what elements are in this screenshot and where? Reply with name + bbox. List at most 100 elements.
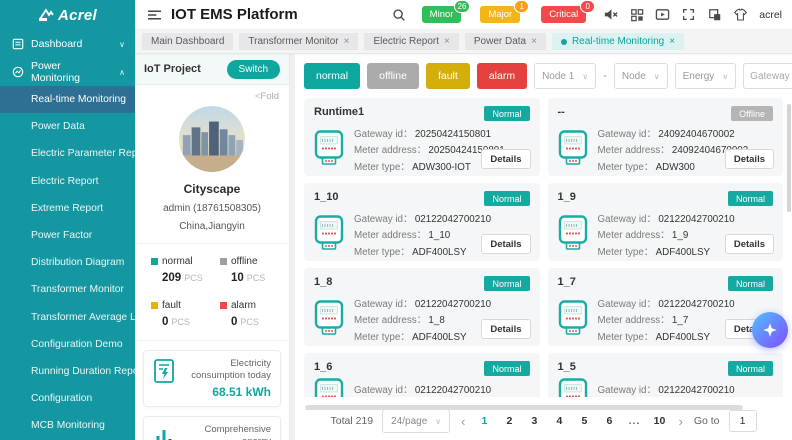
gateway-id: 20250424150801 <box>415 129 491 140</box>
critical-alarm-label: Critical <box>549 9 578 20</box>
sidebar-item-dashboard[interactable]: Dashboard ∨ <box>0 30 135 58</box>
theme-layers-icon[interactable] <box>707 7 722 22</box>
tab-main-dashboard[interactable]: Main Dashboard <box>142 33 233 50</box>
tab-electric-report[interactable]: Electric Report × <box>364 33 458 50</box>
details-button[interactable]: Details <box>725 234 774 254</box>
page-2[interactable]: 2 <box>501 415 517 427</box>
ai-assistant-button[interactable] <box>752 312 788 348</box>
fault-swatch <box>151 302 158 309</box>
stat-normal: normal 209PCS <box>151 256 220 284</box>
close-icon[interactable]: × <box>444 37 450 47</box>
minor-alarm-badge[interactable]: Minor 26 <box>422 6 462 23</box>
sidebar-item-configuration-demo[interactable]: Configuration Demo <box>0 331 135 358</box>
chevron-down-icon: ∨ <box>119 40 125 49</box>
sidebar-item-extreme-report[interactable]: Extreme Report <box>0 195 135 222</box>
filter-fault-button[interactable]: fault <box>426 63 470 89</box>
fold-panel-link[interactable]: <Fold <box>135 85 289 102</box>
goto-page-input[interactable] <box>729 410 757 432</box>
comprehensive-energy-card[interactable]: Comprehensive energy <box>143 416 281 440</box>
meter-icon <box>314 130 344 166</box>
sidebar-item-realtime-monitoring[interactable]: Real-time Monitoring <box>0 86 135 113</box>
meter-icon <box>558 215 588 251</box>
status-badge: Normal <box>484 191 529 206</box>
mute-icon[interactable] <box>603 7 618 22</box>
username[interactable]: acrel <box>759 9 782 21</box>
minor-alarm-label: Minor <box>430 9 454 20</box>
sidebar-item-mcb-monitoring[interactable]: MCB Monitoring <box>0 412 135 439</box>
fullscreen-icon[interactable] <box>681 7 696 22</box>
gateway-id: 24092404670002 <box>658 129 734 140</box>
gateway-search-input[interactable] <box>750 71 790 82</box>
filter-normal-button[interactable]: normal <box>304 63 360 89</box>
vertical-scrollbar[interactable] <box>787 104 791 212</box>
details-button[interactable]: Details <box>481 234 530 254</box>
skin-tshirt-icon[interactable] <box>733 7 748 22</box>
offline-count: 10 <box>231 272 244 284</box>
status-badge: Offline <box>731 106 773 121</box>
page-10[interactable]: 10 <box>651 415 667 427</box>
project-admin: admin (18761508305) <box>135 203 289 214</box>
chevron-up-icon: ∧ <box>119 68 125 77</box>
details-button[interactable]: Details <box>481 149 530 169</box>
next-page-icon[interactable]: › <box>676 414 684 429</box>
details-button[interactable]: Details <box>725 149 774 169</box>
tab-label: Transformer Monitor <box>248 36 338 47</box>
page-6[interactable]: 6 <box>601 415 617 427</box>
tab-power-data[interactable]: Power Data × <box>465 33 546 50</box>
sidebar-item-power-factor[interactable]: Power Factor <box>0 222 135 249</box>
minor-alarm-count: 26 <box>454 0 471 13</box>
critical-alarm-badge[interactable]: Critical 0 <box>541 6 586 23</box>
sidebar: Acrel Dashboard ∨ Power Monitoring ∧ Rea… <box>0 0 135 440</box>
main-content: normal offline fault alarm Node 1 ∨ - No… <box>290 54 792 440</box>
collapse-menu-icon[interactable] <box>147 7 162 22</box>
sidebar-item-power-monitoring[interactable]: Power Monitoring ∧ <box>0 58 135 86</box>
meter-type: ADF400LSY <box>412 332 466 343</box>
sidebar-item-label: Power Monitoring <box>31 60 112 84</box>
sidebar-item-electric-report[interactable]: Electric Report <box>0 168 135 195</box>
filter-alarm-button[interactable]: alarm <box>477 63 527 89</box>
page-4[interactable]: 4 <box>551 415 567 427</box>
page-size-select[interactable]: 24/page ∨ <box>382 409 450 433</box>
sidebar-item-electric-parameter-report[interactable]: Electric Parameter Report <box>0 140 135 167</box>
grid-apps-icon[interactable] <box>629 7 644 22</box>
video-monitor-icon[interactable] <box>655 7 670 22</box>
device-card-1-5: 1_5 Normal Gateway id：02122042700210 Met… <box>548 353 784 397</box>
chevron-down-icon: ∨ <box>722 72 728 81</box>
filter-offline-button[interactable]: offline <box>367 63 419 89</box>
sidebar-item-transformer-monitor[interactable]: Transformer Monitor <box>0 276 135 303</box>
close-icon[interactable]: × <box>531 37 537 47</box>
major-alarm-badge[interactable]: Major 1 <box>480 6 520 23</box>
sidebar-item-distribution-diagram[interactable]: Distribution Diagram <box>0 249 135 276</box>
sidebar-item-power-data[interactable]: Power Data <box>0 113 135 140</box>
page-ellipsis[interactable]: ... <box>626 415 642 427</box>
device-name: Runtime1 <box>314 106 364 118</box>
tab-realtime-monitoring[interactable]: Real-time Monitoring × <box>552 33 684 50</box>
sidebar-item-configuration[interactable]: Configuration <box>0 385 135 412</box>
sidebar-item-transformer-average-load[interactable]: Transformer Average Loa... <box>0 304 135 331</box>
page-5[interactable]: 5 <box>576 415 592 427</box>
page-1[interactable]: 1 <box>476 415 492 427</box>
electricity-card-value: 68.51 kWh <box>182 385 271 399</box>
tab-transformer-monitor[interactable]: Transformer Monitor × <box>239 33 358 50</box>
switch-project-button[interactable]: Switch <box>227 60 280 79</box>
sidebar-item-running-duration-report[interactable]: Running Duration Report <box>0 358 135 385</box>
gateway-search-box <box>743 63 792 89</box>
search-icon[interactable] <box>392 7 407 22</box>
gateway-id: 02122042700210 <box>415 385 491 396</box>
node-to-select[interactable]: Node ∨ <box>614 63 668 89</box>
meter-icon <box>558 378 588 397</box>
close-icon[interactable]: × <box>669 37 675 47</box>
close-icon[interactable]: × <box>344 37 350 47</box>
node-from-select[interactable]: Node 1 ∨ <box>534 63 596 89</box>
prev-page-icon[interactable]: ‹ <box>459 414 467 429</box>
page-3[interactable]: 3 <box>526 415 542 427</box>
details-button[interactable]: Details <box>481 319 530 339</box>
electricity-consumption-card[interactable]: Electricity consumption today 68.51 kWh <box>143 350 281 407</box>
bar-chart-icon <box>153 424 175 440</box>
tab-bar: Main Dashboard Transformer Monitor × Ele… <box>135 30 792 54</box>
major-alarm-label: Major <box>488 9 512 20</box>
device-card-runtime1: Runtime1 Normal Gateway id：2025042415080… <box>304 98 540 176</box>
range-separator: - <box>603 70 607 82</box>
tab-label: Power Data <box>474 36 526 47</box>
energy-select[interactable]: Energy ∨ <box>675 63 737 89</box>
